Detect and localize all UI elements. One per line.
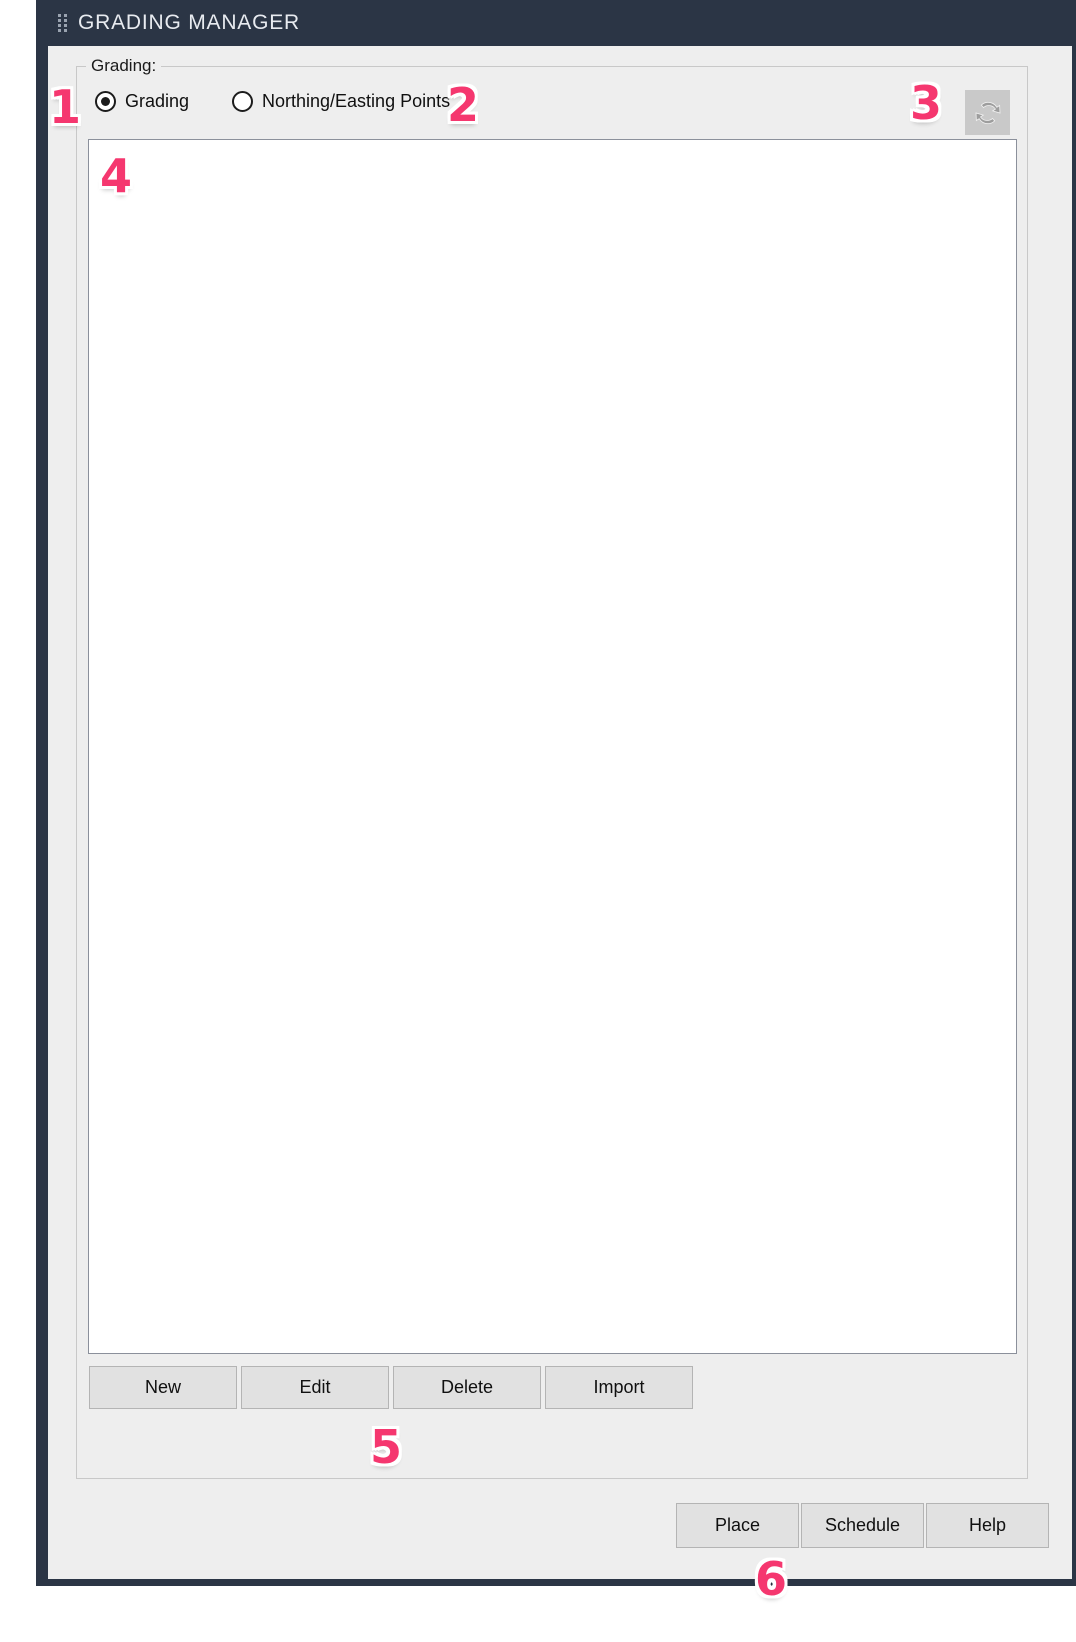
help-button[interactable]: Help [926,1503,1049,1548]
radio-selected-icon [95,91,116,112]
screenshot-root: GRADING MANAGER Grading: Grading Northin… [0,0,1076,1642]
radio-northing-easting-points[interactable]: Northing/Easting Points [232,91,450,112]
refresh-button[interactable] [965,90,1010,135]
grading-list[interactable] [88,139,1017,1354]
place-button[interactable]: Place [676,1503,799,1548]
schedule-button[interactable]: Schedule [801,1503,924,1548]
delete-button[interactable]: Delete [393,1366,541,1409]
grading-manager-panel: GRADING MANAGER Grading: Grading Northin… [36,0,1076,1586]
radio-grading-label: Grading [125,91,190,111]
edit-button[interactable]: Edit [241,1366,389,1409]
dialog-footer-buttons: Place Schedule Help [676,1503,1049,1548]
grading-groupbox-legend: Grading: [86,56,162,76]
radio-unselected-icon [232,91,253,112]
refresh-icon [975,101,1000,124]
drag-grip-icon[interactable] [58,13,68,33]
grading-groupbox: Grading: Grading Northing/Easting Points [76,56,1028,1479]
panel-body: Grading: Grading Northing/Easting Points [48,46,1072,1579]
radio-grading[interactable]: Grading [95,91,189,112]
import-button[interactable]: Import [545,1366,693,1409]
radio-northing-easting-points-label: Northing/Easting Points [262,91,451,111]
page-title: GRADING MANAGER [78,11,301,34]
panel-titlebar: GRADING MANAGER [48,0,1072,46]
new-button[interactable]: New [89,1366,237,1409]
grading-mode-radio-group: Grading Northing/Easting Points [87,87,1017,135]
list-actions-toolbar: New Edit Delete Import [89,1366,693,1409]
